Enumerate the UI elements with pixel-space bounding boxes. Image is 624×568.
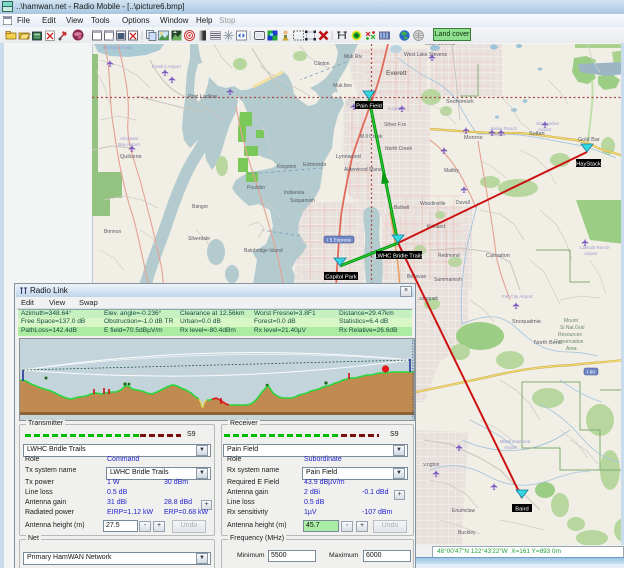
svg-text:Muk.lteo: Muk.lteo <box>333 83 352 89</box>
svg-text:Airport: Airport <box>504 445 518 450</box>
svg-text:Frank's Airport: Frank's Airport <box>152 64 182 69</box>
svg-text:Jessie Ranch: Jessie Ranch <box>490 126 518 131</box>
svg-text:Enumclaw: Enumclaw <box>452 508 475 514</box>
svg-text:Buckley: Buckley <box>458 530 476 536</box>
svg-text:Si Nat.Gral: Si Nat.Gral <box>560 325 584 331</box>
svg-text:Woodinville: Woodinville <box>420 201 446 207</box>
svg-text:Mount: Mount <box>564 318 579 324</box>
svg-text:Silverdale: Silverdale <box>188 236 210 242</box>
svg-text:Snohomish: Snohomish <box>446 99 474 105</box>
svg-text:M.ll Creek: M.ll Creek <box>360 134 383 140</box>
svg-text:Airontual: Airontual <box>120 136 138 141</box>
svg-text:Indianola: Indianola <box>284 190 305 196</box>
svg-text:Snoqualmie: Snoqualmie <box>512 319 541 325</box>
svg-text:Everett: Everett <box>386 70 407 77</box>
svg-text:Bellevue: Bellevue <box>407 274 426 280</box>
svg-text:Poulsbo: Poulsbo <box>247 185 265 191</box>
svg-text:Black Diamond: Black Diamond <box>500 439 531 444</box>
svg-text:West Lake Stevens: West Lake Stevens <box>404 52 447 58</box>
svg-text:Gold Bar: Gold Bar <box>578 137 600 143</box>
svg-text:Duvall: Duvall <box>456 200 470 206</box>
svg-text:Redmond: Redmond <box>438 253 460 259</box>
svg-text:LWHC Bridle Trails: LWHC Bridle Trails <box>375 254 424 260</box>
svg-text:Edmonds: Edmonds <box>303 162 326 168</box>
svg-text:Brinnon: Brinnon <box>104 229 121 235</box>
svg-text:Olympus F.eld: Olympus F.eld <box>103 45 132 50</box>
svg-text:Maltby: Maltby <box>444 168 459 174</box>
svg-text:Kingston: Kingston <box>277 164 297 170</box>
svg-text:I 90: I 90 <box>587 370 595 376</box>
svg-text:Lake Stevens: Lake Stevens <box>425 44 456 47</box>
svg-text:Resources: Resources <box>558 332 582 338</box>
svg-text:Baird: Baird <box>515 507 529 513</box>
svg-text:Port Ludlow: Port Ludlow <box>188 94 217 100</box>
svg-text:Muk Riv: Muk Riv <box>344 54 363 60</box>
svg-text:Area: Area <box>566 346 577 352</box>
svg-text:Fall City Airport: Fall City Airport <box>502 294 533 299</box>
svg-text:Clinton: Clinton <box>314 61 330 67</box>
svg-text:Suquamish: Suquamish <box>290 198 315 204</box>
svg-text:Alderwood Manor: Alderwood Manor <box>344 167 384 173</box>
svg-text:Carnation: Carnation <box>486 253 510 259</box>
svg-text:Monroe: Monroe <box>464 135 483 141</box>
svg-text:Capitol Park: Capitol Park <box>325 275 357 281</box>
svg-text:Conservation: Conservation <box>554 339 584 345</box>
svg-text:I 5 Express: I 5 Express <box>327 238 352 244</box>
svg-text:HayStack: HayStack <box>576 162 601 168</box>
svg-text:Bangor: Bangor <box>192 204 208 210</box>
svg-text:Sammamish: Sammamish <box>434 277 462 283</box>
svg-text:Bainbridge Island: Bainbridge Island <box>244 248 283 254</box>
svg-text:Pain Field: Pain Field <box>356 104 382 110</box>
svg-text:.v.ngton: .v.ngton <box>422 462 440 468</box>
svg-text:Bay Airport: Bay Airport <box>118 142 141 147</box>
svg-text:North Creek: North Creek <box>385 146 412 152</box>
svg-text:.ssaquah: .ssaquah <box>418 296 439 302</box>
svg-text:Bothell: Bothell <box>394 205 409 211</box>
svg-text:Airport: Airport <box>584 251 598 256</box>
svg-text:Silver F.rs: Silver F.rs <box>384 122 406 128</box>
svg-text:Quilcene: Quilcene <box>120 154 142 160</box>
svg-text:Lynnwood: Lynnwood <box>336 154 361 160</box>
